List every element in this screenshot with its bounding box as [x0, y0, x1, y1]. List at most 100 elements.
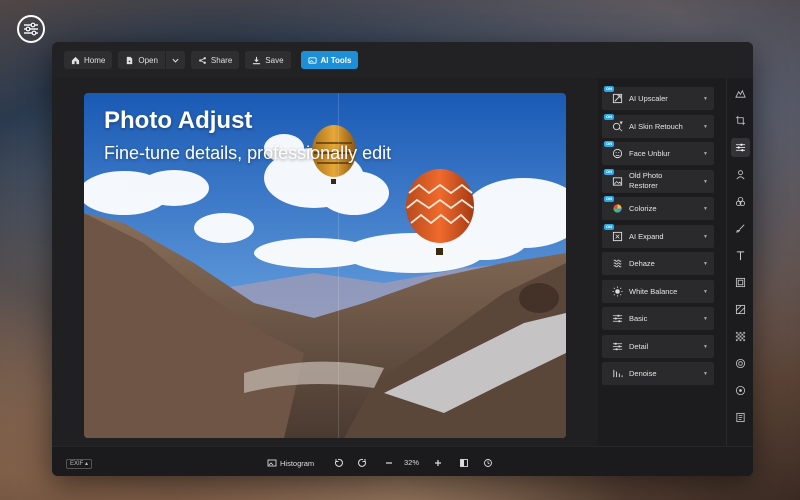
top-toolbar: Home Open Share Save AI Tools	[52, 42, 753, 78]
share-icon	[199, 56, 206, 64]
compare-icon	[460, 459, 468, 467]
panel-item-old-photo-restorer[interactable]: ON Old Photo Restorer ▼	[602, 168, 714, 193]
bottom-bar: EXIF ▴ Histogram 32%	[52, 446, 753, 476]
open-group: Open	[118, 51, 185, 69]
dehaze-icon	[613, 259, 622, 268]
lens-icon[interactable]	[731, 381, 750, 400]
panel-item-denoise[interactable]: Denoise ▼	[602, 362, 714, 385]
panel-item-label: Colorize	[629, 204, 657, 213]
reset-button[interactable]	[483, 458, 493, 468]
rotate-right-icon	[358, 458, 367, 467]
save-button[interactable]: Save	[245, 51, 291, 69]
chevron-down-icon: ▼	[703, 343, 708, 350]
open-label: Open	[138, 55, 158, 65]
rotate-left-icon	[334, 458, 343, 467]
chevron-down-icon: ▼	[703, 151, 708, 157]
minus-icon	[386, 462, 392, 464]
frame-icon[interactable]	[731, 273, 750, 292]
expand-icon	[612, 231, 623, 241]
zoom-in-button[interactable]	[433, 458, 443, 468]
text-icon[interactable]	[731, 246, 750, 265]
file-icon	[127, 56, 133, 64]
chevron-down-icon: ▼	[703, 288, 708, 295]
on-badge: ON	[604, 86, 614, 92]
ai-tools-label: AI Tools	[320, 55, 352, 65]
chevron-down-icon: ▼	[703, 261, 708, 267]
on-badge: ON	[604, 196, 614, 202]
vignette-icon[interactable]	[731, 354, 750, 373]
face-icon	[612, 148, 623, 159]
image-ai-icon	[307, 56, 317, 64]
effects-icon[interactable]	[731, 192, 750, 211]
notes-icon[interactable]	[731, 408, 750, 427]
panel-item-label: Basic	[629, 314, 648, 323]
panel-item-ai-upscaler[interactable]: ON AI Upscaler ▼	[602, 86, 714, 110]
home-label: Home	[84, 55, 106, 65]
chevron-down-icon	[172, 58, 179, 63]
download-icon	[253, 56, 261, 64]
portrait-icon[interactable]	[731, 165, 750, 184]
zoom-out-button[interactable]	[384, 458, 394, 468]
texture-icon[interactable]	[731, 300, 750, 319]
on-badge: ON	[604, 113, 614, 120]
adjustment-panel: ON AI Upscaler ▼ ON AI Skin Retouch ▼ ON…	[598, 78, 726, 446]
panel-item-dehaze[interactable]: Dehaze ▼	[602, 252, 714, 275]
colorize-icon	[613, 204, 622, 213]
histogram-button[interactable]: Histogram	[267, 458, 314, 468]
panel-item-basic[interactable]: Basic ▼	[602, 307, 714, 330]
crop-icon[interactable]	[731, 111, 750, 130]
photo-preview[interactable]: Photo Adjust Fine-tune details, professi…	[84, 93, 566, 438]
editor-window: Home Open Share Save AI Tools Photo Adju…	[52, 42, 753, 476]
skin-retouch-icon	[612, 121, 623, 131]
home-button[interactable]: Home	[64, 51, 113, 69]
history-icon	[484, 459, 492, 467]
zoom-value: 32%	[404, 458, 420, 467]
brush-icon[interactable]	[731, 219, 750, 238]
exif-button[interactable]: EXIF ▴	[66, 459, 93, 469]
photo-restore-icon	[612, 176, 623, 186]
canvas-area: Photo Adjust Fine-tune details, professi…	[52, 78, 598, 446]
panel-item-detail[interactable]: Detail ▼	[602, 334, 714, 358]
histogram-label: Histogram	[280, 458, 315, 468]
chevron-down-icon: ▼	[703, 371, 708, 377]
open-button[interactable]: Open	[118, 51, 165, 69]
chevron-down-icon: ▼	[703, 123, 708, 130]
photo-subtitle: Fine-tune details, professionally edit	[104, 143, 392, 163]
panel-item-colorize[interactable]: ON Colorize ▼	[602, 196, 714, 220]
sliders-icon	[612, 314, 623, 323]
panel-item-label: AI Upscaler	[629, 94, 668, 103]
ai-tools-button[interactable]: AI Tools	[300, 51, 359, 69]
chevron-down-icon: ▼	[703, 233, 708, 240]
panel-item-face-unblur[interactable]: ON Face Unblur ▼	[602, 141, 714, 165]
panel-item-ai-expand[interactable]: ON AI Expand ▼	[602, 223, 714, 248]
white-balance-icon	[612, 285, 623, 297]
compare-button[interactable]	[459, 458, 469, 468]
photo-title: Photo Adjust	[104, 107, 253, 134]
share-button[interactable]: Share	[190, 51, 240, 69]
chevron-down-icon: ▼	[703, 206, 708, 212]
ai-tools-icon[interactable]	[731, 84, 750, 103]
plus-icon	[435, 460, 441, 466]
panel-item-white-balance[interactable]: White Balance ▼	[602, 279, 714, 303]
exif-label: EXIF	[70, 461, 84, 467]
rotate-left-button[interactable]	[333, 458, 343, 468]
rotate-right-button[interactable]	[358, 458, 368, 468]
panel-item-ai-skin-retouch[interactable]: ON AI Skin Retouch ▼	[602, 113, 714, 138]
chevron-up-icon: ▴	[85, 461, 89, 467]
home-icon	[71, 56, 80, 64]
image-icon	[267, 459, 277, 467]
zoom-level: 32%	[404, 458, 419, 467]
chevron-down-icon: ▼	[703, 316, 708, 322]
panel-item-label: White Balance	[629, 286, 678, 296]
open-dropdown-button[interactable]	[165, 51, 185, 69]
mosaic-icon[interactable]	[731, 327, 750, 346]
panel-item-label: AI Expand	[629, 231, 664, 241]
tool-sidebar	[726, 78, 753, 446]
panel-item-label: Detail	[629, 341, 649, 351]
adjust-icon[interactable]	[731, 138, 750, 157]
save-label: Save	[265, 55, 284, 65]
chevron-down-icon: ▼	[703, 178, 708, 185]
denoise-icon	[613, 369, 623, 378]
panel-item-label: Denoise	[629, 369, 657, 378]
on-badge: ON	[604, 141, 614, 147]
